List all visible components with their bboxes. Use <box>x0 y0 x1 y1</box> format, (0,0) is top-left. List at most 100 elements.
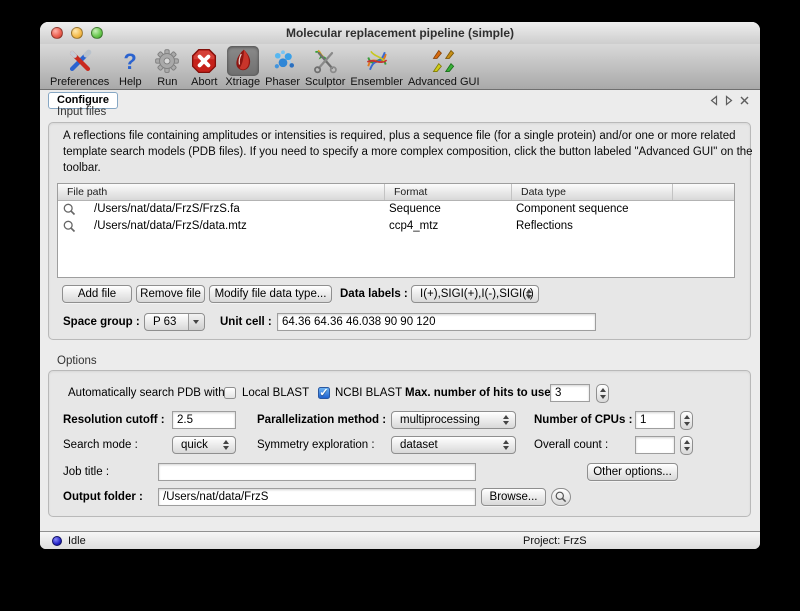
nav-back-icon[interactable] <box>709 95 720 106</box>
popup-arrows-icon <box>526 288 533 300</box>
toolbar-label: Preferences <box>50 76 109 88</box>
svg-text:?: ? <box>124 49 137 74</box>
resolution-cutoff-label: Resolution cutoff : <box>63 411 165 429</box>
toolbar-button-advanced-gui[interactable]: Advanced GUI <box>408 46 480 88</box>
overall-count-field[interactable] <box>635 436 675 454</box>
stop-icon <box>188 46 220 76</box>
data-labels-label: Data labels : <box>340 285 408 303</box>
browse-button[interactable]: Browse... <box>481 488 546 506</box>
data-type-cell: Reflections <box>516 218 573 235</box>
toolbar-button-sculptor[interactable]: Sculptor <box>305 46 345 88</box>
search-mode-value: quick <box>181 439 208 451</box>
app-window: Molecular replacement pipeline (simple) … <box>40 22 760 549</box>
remove-file-button[interactable]: Remove file <box>136 285 205 303</box>
file-table-header: File path Format Data type <box>58 184 734 201</box>
num-cpus-stepper[interactable] <box>680 411 693 430</box>
max-hits-stepper[interactable] <box>596 384 609 403</box>
output-folder-row: Output folder : Browse... <box>40 488 760 508</box>
popup-arrows-icon <box>503 439 510 451</box>
num-cpus-label: Number of CPUs : <box>534 411 632 429</box>
auto-search-label: Automatically search PDB with : <box>68 384 231 402</box>
unit-cell-field[interactable] <box>277 313 596 331</box>
file-table[interactable]: File path Format Data type /Users/nat/da… <box>57 183 735 278</box>
search-mode-label: Search mode : <box>63 436 138 454</box>
space-group-combo[interactable]: P 63 <box>144 313 205 331</box>
file-buttons-row: Add file Remove file Modify file data ty… <box>40 285 760 305</box>
folder-search-button[interactable] <box>551 488 571 506</box>
file-path-cell: /Users/nat/data/FrzS/FrzS.fa <box>94 201 240 218</box>
tab-bar: Configure <box>40 90 760 111</box>
space-group-row: Space group : P 63 Unit cell : <box>40 313 760 333</box>
toolbar-label: Sculptor <box>305 76 345 88</box>
scissors-icon <box>309 46 341 76</box>
pdb-search-row: Automatically search PDB with : ✓ Local … <box>40 384 760 404</box>
close-tab-icon[interactable] <box>739 95 750 106</box>
table-row[interactable]: /Users/nat/data/FrzS/data.mtz ccp4_mtz R… <box>58 218 734 235</box>
phaser-molecule-icon <box>267 46 299 76</box>
search-icon <box>555 491 567 503</box>
toolbar-button-phaser[interactable]: Phaser <box>265 46 300 88</box>
resolution-cutoff-field[interactable] <box>172 411 236 429</box>
column-header-format[interactable]: Format <box>385 184 512 200</box>
local-blast-checkbox[interactable]: ✓ <box>224 387 236 399</box>
ensemble-ribbon-icon <box>361 46 393 76</box>
gear-icon <box>151 46 183 76</box>
nav-forward-icon[interactable] <box>723 95 734 106</box>
toolbar-label: Phaser <box>265 76 300 88</box>
project-label: Project: FrzS <box>523 532 587 549</box>
add-file-button[interactable]: Add file <box>62 285 132 303</box>
status-text: Idle <box>68 532 86 549</box>
toolbar-label: Advanced GUI <box>408 76 480 88</box>
local-blast-label: Local BLAST <box>242 384 309 402</box>
table-row[interactable]: /Users/nat/data/FrzS/FrzS.fa Sequence Co… <box>58 201 734 218</box>
search-mode-popup[interactable]: quick <box>172 436 236 454</box>
symmetry-value: dataset <box>400 439 438 451</box>
output-folder-field[interactable] <box>158 488 476 506</box>
other-options-button[interactable]: Other options... <box>587 463 678 481</box>
popup-arrows-icon <box>503 414 510 426</box>
space-group-label: Space group : <box>63 313 140 331</box>
num-cpus-field[interactable] <box>635 411 675 429</box>
column-header-file-path[interactable]: File path <box>58 184 385 200</box>
space-group-value: P 63 <box>153 316 176 328</box>
search-icon[interactable] <box>63 220 76 239</box>
column-header-data-type[interactable]: Data type <box>512 184 673 200</box>
parallelization-value: multiprocessing <box>400 414 480 426</box>
symmetry-popup[interactable]: dataset <box>391 436 516 454</box>
toolbar-button-abort[interactable]: Abort <box>188 46 220 88</box>
data-type-cell: Component sequence <box>516 201 629 218</box>
ncbi-blast-label: NCBI BLAST <box>335 384 402 402</box>
input-files-description: A reflections file containing amplitudes… <box>63 128 753 176</box>
toolbar-label: Ensembler <box>350 76 403 88</box>
popup-arrows-icon <box>223 439 230 451</box>
toolbar-button-run[interactable]: Run <box>151 46 183 88</box>
max-hits-field[interactable] <box>550 384 590 402</box>
search-mode-row: Search mode : quick Symmetry exploration… <box>40 436 760 456</box>
input-files-section-label: Input files <box>57 106 106 118</box>
output-folder-label: Output folder : <box>63 488 143 506</box>
xtriage-icon <box>227 46 259 76</box>
modify-file-data-type-button[interactable]: Modify file data type... <box>209 285 332 303</box>
toolbar-button-ensembler[interactable]: Ensembler <box>350 46 403 88</box>
overall-count-stepper[interactable] <box>680 436 693 455</box>
parallelization-label: Parallelization method : <box>257 411 386 429</box>
data-labels-popup[interactable]: I(+),SIGI(+),I(-),SIGI(-) <box>411 285 539 303</box>
toolbar-button-xtriage[interactable]: Xtriage <box>225 46 260 88</box>
tools-icon <box>64 46 96 76</box>
toolbar-button-preferences[interactable]: Preferences <box>50 46 109 88</box>
max-hits-label: Max. number of hits to use : <box>405 384 558 402</box>
parallelization-popup[interactable]: multiprocessing <box>391 411 516 429</box>
ncbi-blast-checkbox[interactable]: ✓ <box>318 387 330 399</box>
options-section-label: Options <box>57 355 97 367</box>
overall-count-label: Overall count : <box>534 436 608 454</box>
check-icon: ✓ <box>319 388 329 398</box>
format-cell: Sequence <box>389 201 441 218</box>
toolbar-label: Abort <box>191 76 217 88</box>
advanced-gui-icon <box>428 46 460 76</box>
job-title-label: Job title : <box>63 463 109 481</box>
format-cell: ccp4_mtz <box>389 218 438 235</box>
file-path-cell: /Users/nat/data/FrzS/data.mtz <box>94 218 247 235</box>
toolbar-button-help[interactable]: ? Help <box>114 46 146 88</box>
job-title-field[interactable] <box>158 463 476 481</box>
status-led-icon <box>52 536 62 546</box>
